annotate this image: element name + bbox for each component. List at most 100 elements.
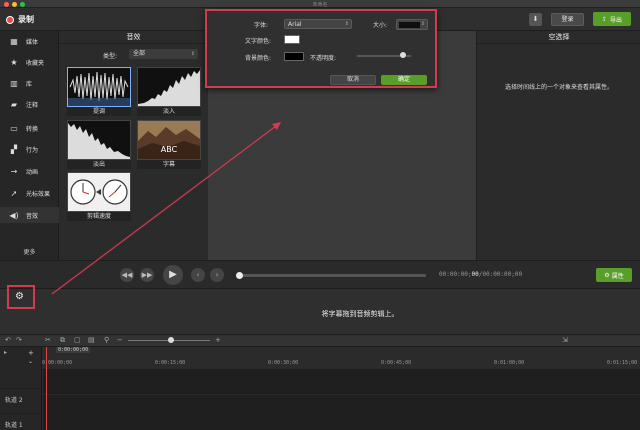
opacity-slider[interactable] [357,52,411,58]
gear-icon: ⚙ [15,291,24,302]
captions-thumbnail: ABC [137,120,201,160]
waveform-icon [68,71,130,106]
size-stepper[interactable]: ⇕ [396,19,428,30]
waveform-thumbnail [67,67,131,107]
transition-icon: ▭ [10,123,18,133]
zoom-slider[interactable] [128,337,210,343]
zoom-out-icon[interactable]: − [117,336,123,344]
undo-icon[interactable]: ↶ [5,336,11,344]
properties-title: 空选择 [477,31,640,44]
sidebar-item-label: 转换 [26,125,39,133]
sidebar-item-behaviors[interactable]: ▞ 行为 [0,141,59,157]
size-label: 大小: [373,22,388,29]
track-label-1[interactable]: 轨道 1 [0,413,42,430]
sidebar-item-library[interactable]: ▥ 库 [0,75,59,91]
track-label-2[interactable]: 轨道 2 [0,388,42,412]
bg-color-swatch[interactable] [284,52,304,61]
record-button[interactable]: 录制 [6,14,34,25]
timecode-prefix: 00:00:00; [439,271,472,278]
paste-icon[interactable]: ▢ [74,336,81,344]
step-back-button[interactable]: ◀◀ [120,268,134,282]
playhead-time: 0:00:00;00 [56,347,91,353]
caption-settings-button[interactable]: ⚙ [7,285,35,309]
copy-icon[interactable]: ⧉ [60,336,65,345]
expand-icon[interactable]: ⇲ [562,336,568,344]
playback-controls: ◀◀ ▶▶ ▶ ‹ › 00:00:00;00/00:00:00;00 ⚙ 属性 [0,260,640,289]
fade-in-thumbnail [137,67,201,107]
timeline-playhead[interactable] [46,347,47,430]
effect-item-label: 提调 [67,107,131,116]
scrub-bar[interactable] [236,272,426,279]
captions-thumb-text: ABC [160,145,178,154]
zoom-slider-knob[interactable] [168,337,174,343]
record-label: 录制 [18,15,34,24]
effect-item-fade-in[interactable]: 淡入 [137,67,201,116]
sidebar-item-label: 动画 [26,168,39,176]
play-button[interactable]: ▶ [163,265,183,285]
export-button[interactable]: ⇪ 导出 [593,12,631,26]
type-filter-select[interactable]: 全部 ⇕ [129,49,198,59]
login-button[interactable]: 登录 [551,13,584,26]
sidebar-item-favorites[interactable]: ★ 收藏夹 [0,54,59,70]
stepper-arrows-icon[interactable]: ⇕ [421,21,425,27]
timecode-current: 00 [471,271,479,278]
track-lock-icon[interactable]: ▸ [4,349,7,356]
split-icon[interactable]: ▤ [88,336,95,344]
ruler-tick-label: 0:01:00;00 [494,360,525,366]
effect-item-fade-out[interactable]: 淡出 [67,120,131,169]
ruler-tick-label: 0:00:30;00 [268,360,299,366]
sidebar-item-media[interactable]: ▦ 媒体 [0,33,59,49]
cancel-button[interactable]: 取消 [330,75,376,85]
timecode-duration: /00:00:00;00 [478,271,523,278]
text-color-swatch[interactable] [284,35,300,44]
film-icon: ▦ [10,36,18,46]
properties-button[interactable]: ⚙ 属性 [596,268,632,282]
redo-icon[interactable]: ↷ [16,336,22,344]
caption-hint: 将字幕拖到音频剪辑上。 [321,310,399,318]
font-select[interactable]: Arial ⇕ [284,19,352,29]
scrub-handle[interactable] [236,272,243,279]
track-headers: ▸ + ⌄ 轨道 2 轨道 1 [0,347,42,430]
size-value-field[interactable] [399,22,420,28]
caption-style-popup: 字体: Arial ⇕ 大小: ⇕ 文字颜色: 背景颜色: 不透明度: 取消 确定 [205,9,437,88]
fade-out-thumbnail [67,120,131,160]
ok-button[interactable]: 确定 [381,75,427,85]
chevron-updown-icon: ⇕ [344,21,349,27]
download-button[interactable]: ⬇ [529,13,542,26]
ruler-tick-label: 0:00:45;00 [381,360,412,366]
sidebar-item-annotations[interactable]: ▰ 注释 [0,96,59,112]
prev-button[interactable]: ‹ [191,268,205,282]
record-icon [6,15,14,24]
properties-message: 选择时间线上的一个对象来查看其属性。 [504,84,613,91]
export-icon: ⇪ [601,15,607,23]
timeline-tracks[interactable] [42,370,640,430]
sidebar-item-animations[interactable]: → 动画 [0,163,59,179]
zoom-search-icon[interactable]: ⚲ [104,336,109,344]
effect-item-clip-speed[interactable]: 剪辑速度 [67,172,131,221]
effect-item-captions[interactable]: ABC 字幕 [137,120,201,169]
step-back-icon: ◀◀ [121,271,133,279]
behavior-icon: ▞ [10,144,18,154]
caption-track-area[interactable]: 将字幕拖到音频剪辑上。 [0,289,640,335]
app-window: 未命名 录制 ⬇ 登录 ⇪ 导出 ▦ 媒体 ★ 收藏夹 ▥ 库 ▰ 注释 ▭ 转换 ▞ 行为… [0,0,640,430]
clock-icon [70,179,128,205]
effect-item-pitch[interactable]: 提调 [67,67,131,116]
step-forward-button[interactable]: ▶▶ [140,268,154,282]
next-button[interactable]: › [210,268,224,282]
sidebar-item-transitions[interactable]: ▭ 转换 [0,120,59,136]
sidebar-item-label: 库 [26,80,33,88]
zoom-in-icon[interactable]: + [215,336,221,344]
sidebar-item-cursor-effects[interactable]: ➚ 光标效果 [0,185,59,201]
properties-button-label: 属性 [611,272,624,280]
sidebar-item-audio-effects[interactable]: ◀) 音效 [0,207,59,223]
opacity-slider-knob[interactable] [399,52,406,58]
collapse-tracks-icon[interactable]: ⌄ [28,358,33,365]
sidebar-more-button[interactable]: 更多 [0,247,59,256]
add-track-icon[interactable]: + [28,349,34,357]
ruler-tick-label: 0:00:15;00 [155,360,186,366]
cut-icon[interactable]: ✂ [45,336,51,344]
download-icon: ⬇ [532,15,539,23]
fade-in-waveform-icon [138,70,200,106]
library-icon: ▥ [10,78,18,88]
timeline-ruler[interactable]: 0:00:00;00 0:00:00;00 0:00:15;00 0:00:30… [42,347,640,370]
